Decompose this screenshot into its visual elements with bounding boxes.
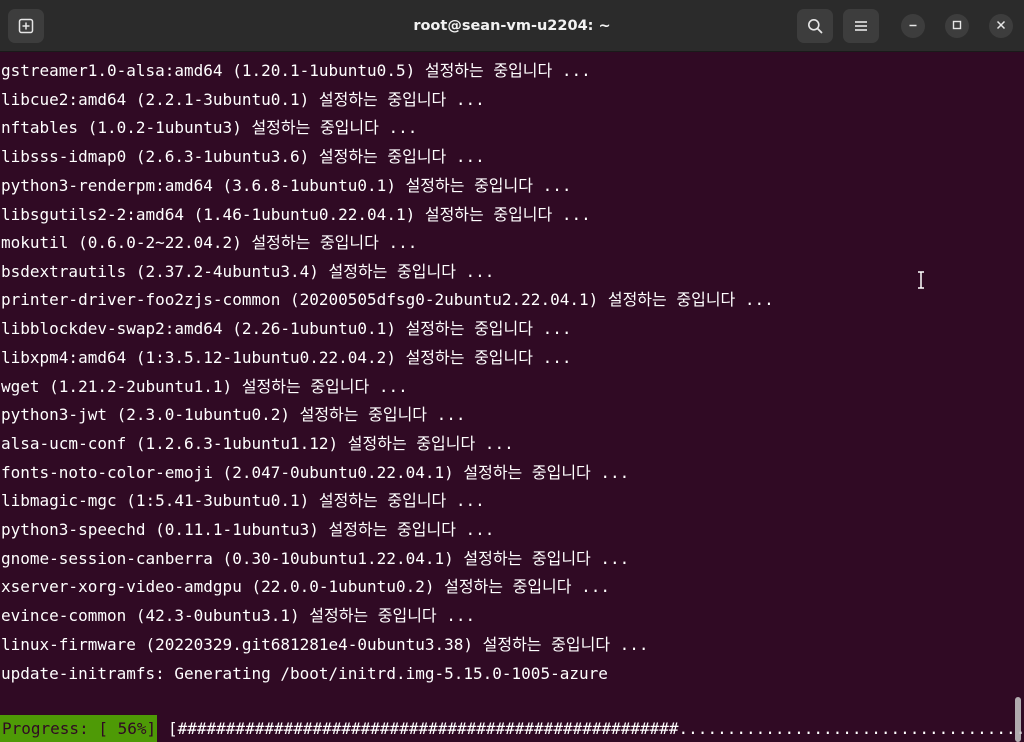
minimize-button[interactable] xyxy=(901,14,925,38)
terminal-line: alsa-ucm-conf (1.2.6.3-1ubuntu1.12) 설정하는… xyxy=(1,434,514,453)
maximize-icon xyxy=(952,17,962,35)
progress-bar: [#######################################… xyxy=(168,719,1024,738)
terminal-line: evince-common (42.3-0ubuntu3.1) 설정하는 중입니… xyxy=(1,606,476,625)
minimize-icon xyxy=(908,17,918,35)
progress-label: Progress: [ 56%] xyxy=(0,715,158,742)
maximize-button[interactable] xyxy=(945,14,969,38)
menu-button[interactable] xyxy=(843,9,879,43)
terminal-line: gstreamer1.0-alsa:amd64 (1.20.1-1ubuntu0… xyxy=(1,61,591,80)
terminal-line: linux-firmware (20220329.git681281e4-0ub… xyxy=(1,635,649,654)
text-cursor-icon xyxy=(916,271,926,289)
terminal-line: python3-jwt (2.3.0-1ubuntu0.2) 설정하는 중입니다… xyxy=(1,405,466,424)
terminal-line: nftables (1.0.2-1ubuntu3) 설정하는 중입니다 ... xyxy=(1,118,418,137)
terminal-line: mokutil (0.6.0-2~22.04.2) 설정하는 중입니다 ... xyxy=(1,233,418,252)
search-icon xyxy=(807,18,823,34)
new-tab-icon xyxy=(18,18,34,34)
terminal-line: libsgutils2-2:amd64 (1.46-1ubuntu0.22.04… xyxy=(1,205,591,224)
terminal-line: fonts-noto-color-emoji (2.047-0ubuntu0.2… xyxy=(1,463,630,482)
close-button[interactable] xyxy=(989,14,1013,38)
scrollbar[interactable] xyxy=(1015,697,1021,742)
terminal-line: libxpm4:amd64 (1:3.5.12-1ubuntu0.22.04.2… xyxy=(1,348,572,367)
terminal-line: update-initramfs: Generating /boot/initr… xyxy=(1,664,608,683)
terminal-line: gnome-session-canberra (0.30-10ubuntu1.2… xyxy=(1,549,630,568)
terminal-line: libblockdev-swap2:amd64 (2.26-1ubuntu0.1… xyxy=(1,319,572,338)
terminal-line: libcue2:amd64 (2.2.1-3ubuntu0.1) 설정하는 중입… xyxy=(1,90,485,109)
terminal-line: python3-speechd (0.11.1-1ubuntu3) 설정하는 중… xyxy=(1,520,495,539)
terminal-line: wget (1.21.2-2ubuntu1.1) 설정하는 중입니다 ... xyxy=(1,377,408,396)
terminal-line: xserver-xorg-video-amdgpu (22.0.0-1ubunt… xyxy=(1,577,611,596)
close-icon xyxy=(996,17,1006,35)
hamburger-menu-icon xyxy=(854,19,868,33)
new-tab-button[interactable] xyxy=(8,9,44,43)
terminal-line: libmagic-mgc (1:5.41-3ubuntu0.1) 설정하는 중입… xyxy=(1,491,485,510)
terminal-line: bsdextrautils (2.37.2-4ubuntu3.4) 설정하는 중… xyxy=(1,262,495,281)
terminal-line: libsss-idmap0 (2.6.3-1ubuntu3.6) 설정하는 중입… xyxy=(1,147,485,166)
terminal-line: python3-renderpm:amd64 (3.6.8-1ubuntu0.1… xyxy=(1,176,572,195)
terminal-window: root@sean-vm-u2204: ~ gstreamer1.0-alsa:… xyxy=(0,0,1024,742)
search-button[interactable] xyxy=(797,9,833,43)
title-bar[interactable]: root@sean-vm-u2204: ~ xyxy=(0,0,1024,52)
terminal-line: printer-driver-foo2zjs-common (20200505d… xyxy=(1,290,774,309)
